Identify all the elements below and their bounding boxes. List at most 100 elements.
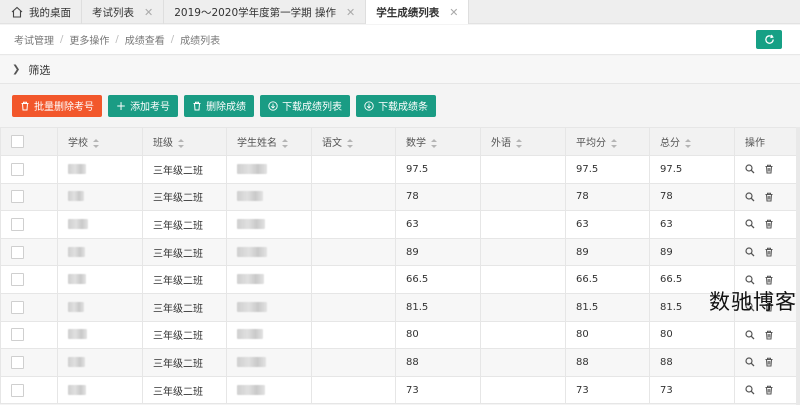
- cell-chinese: [311, 375, 396, 405]
- breadcrumb: 考试管理 / 更多操作 / 成绩查看 / 成绩列表: [0, 25, 800, 55]
- tab-label: 学生成绩列表: [376, 6, 440, 19]
- trash-icon[interactable]: [764, 385, 774, 395]
- batch-delete-button[interactable]: 批量删除考号: [12, 94, 102, 117]
- breadcrumb-item[interactable]: 更多操作: [69, 32, 109, 47]
- delete-scores-button[interactable]: 删除成绩: [184, 94, 255, 117]
- search-icon[interactable]: [745, 164, 755, 174]
- add-exam-no-button[interactable]: + 添加考号: [108, 94, 179, 117]
- download-score-slip-button[interactable]: 下载成绩条: [356, 94, 437, 117]
- cell-class: 三年级二班: [142, 155, 227, 184]
- row-checkbox[interactable]: [11, 162, 24, 176]
- cell-chinese: [311, 348, 396, 377]
- table-row[interactable]: 三年级二班 89 89 89: [0, 237, 800, 267]
- redacted-school: [68, 329, 87, 340]
- row-checkbox[interactable]: [11, 190, 24, 204]
- search-icon[interactable]: [745, 219, 755, 229]
- table-row[interactable]: 三年级二班 81.5 81.5 81.5: [0, 292, 800, 322]
- download-score-list-button[interactable]: 下载成绩列表: [260, 94, 351, 117]
- sort-icon[interactable]: [685, 138, 691, 148]
- row-select-cell: [0, 237, 58, 267]
- row-select-cell: [0, 265, 58, 294]
- row-select-cell: [0, 375, 58, 405]
- column-header-total[interactable]: 总分: [649, 127, 735, 156]
- column-header-math[interactable]: 数学: [395, 127, 481, 156]
- cell-english: [480, 375, 566, 405]
- column-header-english[interactable]: 外语: [480, 127, 566, 156]
- table-row[interactable]: 三年级二班 97.5 97.5 97.5: [0, 155, 800, 184]
- cell-actions: [734, 375, 800, 405]
- refresh-button[interactable]: [756, 30, 782, 49]
- breadcrumb-separator: /: [115, 34, 119, 45]
- sort-icon[interactable]: [611, 138, 617, 148]
- tab-label: 2019～2020学年度第一学期 操作: [174, 6, 336, 19]
- trash-icon[interactable]: [764, 330, 774, 340]
- breadcrumb-item[interactable]: 成绩查看: [125, 32, 165, 47]
- sort-icon[interactable]: [516, 138, 522, 148]
- table-row[interactable]: 三年级二班 63 63 63: [0, 210, 800, 239]
- column-header-school[interactable]: 学校: [57, 127, 143, 156]
- trash-icon[interactable]: [764, 247, 774, 257]
- column-header-student-name[interactable]: 学生姓名: [226, 127, 312, 156]
- cell-average: 66.5: [565, 265, 650, 294]
- table-row[interactable]: 三年级二班 80 80 80: [0, 320, 800, 350]
- close-icon[interactable]: ✕: [449, 6, 458, 19]
- sort-icon[interactable]: [347, 138, 353, 148]
- batch-delete-label: 批量删除考号: [34, 102, 94, 113]
- column-header-chinese[interactable]: 语文: [311, 127, 396, 156]
- search-icon[interactable]: [745, 275, 755, 285]
- column-header-average[interactable]: 平均分: [565, 127, 650, 156]
- toolbar: 批量删除考号 + 添加考号 删除成绩 下载成绩列表 下载成绩条: [0, 84, 800, 127]
- row-checkbox[interactable]: [11, 217, 24, 231]
- search-icon[interactable]: [745, 247, 755, 257]
- tab-label: 我的桌面: [29, 6, 71, 19]
- cell-average: 88: [565, 348, 650, 377]
- table-row[interactable]: 三年级二班 73 73 73: [0, 375, 800, 405]
- sort-icon[interactable]: [282, 138, 288, 148]
- redacted-school: [68, 191, 84, 202]
- cell-english: [480, 292, 566, 322]
- row-checkbox[interactable]: [11, 273, 24, 287]
- select-all-checkbox[interactable]: [11, 135, 24, 148]
- table-row[interactable]: 三年级二班 66.5 66.5 66.5: [0, 265, 800, 294]
- cell-school: [57, 292, 143, 322]
- tab-desktop[interactable]: 我的桌面: [0, 0, 82, 24]
- trash-icon: [20, 101, 30, 111]
- trash-icon[interactable]: [764, 192, 774, 202]
- trash-icon[interactable]: [764, 275, 774, 285]
- scrollbar[interactable]: [796, 127, 800, 405]
- trash-icon[interactable]: [764, 357, 774, 367]
- cell-student-name: [226, 237, 312, 267]
- trash-icon[interactable]: [764, 164, 774, 174]
- table-row[interactable]: 三年级二班 88 88 88: [0, 348, 800, 377]
- row-checkbox[interactable]: [11, 245, 24, 259]
- cell-class: 三年级二班: [142, 348, 227, 377]
- cell-chinese: [311, 182, 396, 212]
- trash-icon[interactable]: [764, 219, 774, 229]
- sort-icon[interactable]: [178, 138, 184, 148]
- close-icon[interactable]: ✕: [346, 6, 355, 19]
- search-icon[interactable]: [745, 385, 755, 395]
- column-header-class[interactable]: 班级: [142, 127, 227, 156]
- cell-school: [57, 237, 143, 267]
- refresh-icon: [764, 34, 774, 44]
- search-icon[interactable]: [745, 192, 755, 202]
- cell-chinese: [311, 237, 396, 267]
- cell-class: 三年级二班: [142, 237, 227, 267]
- cell-average: 97.5: [565, 155, 650, 184]
- breadcrumb-item[interactable]: 考试管理: [14, 32, 54, 47]
- filter-toggle[interactable]: ❯ 筛选: [0, 56, 800, 84]
- row-checkbox[interactable]: [11, 300, 24, 314]
- table-row[interactable]: 三年级二班 78 78 78: [0, 182, 800, 212]
- tab-student-scores[interactable]: 学生成绩列表 ✕: [366, 0, 470, 24]
- row-checkbox[interactable]: [11, 355, 24, 369]
- cell-class: 三年级二班: [142, 375, 227, 405]
- tab-exam-list[interactable]: 考试列表 ✕: [82, 0, 165, 24]
- row-checkbox[interactable]: [11, 328, 24, 342]
- sort-icon[interactable]: [431, 138, 437, 148]
- search-icon[interactable]: [745, 330, 755, 340]
- sort-icon[interactable]: [93, 138, 99, 148]
- close-icon[interactable]: ✕: [144, 6, 153, 19]
- row-checkbox[interactable]: [11, 383, 24, 397]
- tab-semester-operations[interactable]: 2019～2020学年度第一学期 操作 ✕: [164, 0, 367, 24]
- search-icon[interactable]: [745, 357, 755, 367]
